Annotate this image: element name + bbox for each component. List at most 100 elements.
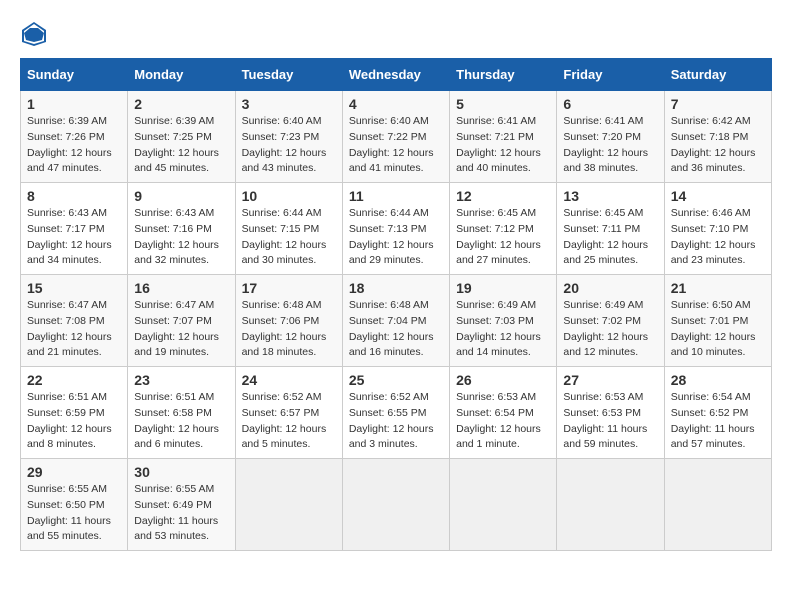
day-header-saturday: Saturday [664, 59, 771, 91]
day-number: 15 [27, 280, 121, 296]
day-header-row: SundayMondayTuesdayWednesdayThursdayFrid… [21, 59, 772, 91]
day-number: 8 [27, 188, 121, 204]
day-info: Sunrise: 6:52 AM Sunset: 6:57 PM Dayligh… [242, 390, 336, 453]
day-cell: 3 Sunrise: 6:40 AM Sunset: 7:23 PM Dayli… [235, 91, 342, 183]
day-info: Sunrise: 6:41 AM Sunset: 7:21 PM Dayligh… [456, 114, 550, 177]
day-cell: 14 Sunrise: 6:46 AM Sunset: 7:10 PM Dayl… [664, 183, 771, 275]
day-cell: 13 Sunrise: 6:45 AM Sunset: 7:11 PM Dayl… [557, 183, 664, 275]
day-cell: 7 Sunrise: 6:42 AM Sunset: 7:18 PM Dayli… [664, 91, 771, 183]
week-row-2: 8 Sunrise: 6:43 AM Sunset: 7:17 PM Dayli… [21, 183, 772, 275]
day-number: 28 [671, 372, 765, 388]
day-info: Sunrise: 6:39 AM Sunset: 7:26 PM Dayligh… [27, 114, 121, 177]
day-info: Sunrise: 6:43 AM Sunset: 7:17 PM Dayligh… [27, 206, 121, 269]
day-cell [664, 459, 771, 551]
day-cell: 17 Sunrise: 6:48 AM Sunset: 7:06 PM Dayl… [235, 275, 342, 367]
day-cell: 24 Sunrise: 6:52 AM Sunset: 6:57 PM Dayl… [235, 367, 342, 459]
day-cell: 15 Sunrise: 6:47 AM Sunset: 7:08 PM Dayl… [21, 275, 128, 367]
day-number: 19 [456, 280, 550, 296]
calendar-table: SundayMondayTuesdayWednesdayThursdayFrid… [20, 58, 772, 551]
day-number: 1 [27, 96, 121, 112]
logo-icon [20, 20, 48, 48]
day-cell: 22 Sunrise: 6:51 AM Sunset: 6:59 PM Dayl… [21, 367, 128, 459]
day-info: Sunrise: 6:40 AM Sunset: 7:22 PM Dayligh… [349, 114, 443, 177]
day-number: 13 [563, 188, 657, 204]
day-cell: 16 Sunrise: 6:47 AM Sunset: 7:07 PM Dayl… [128, 275, 235, 367]
logo [20, 20, 52, 48]
day-info: Sunrise: 6:48 AM Sunset: 7:06 PM Dayligh… [242, 298, 336, 361]
day-cell: 11 Sunrise: 6:44 AM Sunset: 7:13 PM Dayl… [342, 183, 449, 275]
day-info: Sunrise: 6:51 AM Sunset: 6:59 PM Dayligh… [27, 390, 121, 453]
day-header-tuesday: Tuesday [235, 59, 342, 91]
day-info: Sunrise: 6:39 AM Sunset: 7:25 PM Dayligh… [134, 114, 228, 177]
day-cell: 6 Sunrise: 6:41 AM Sunset: 7:20 PM Dayli… [557, 91, 664, 183]
day-cell: 29 Sunrise: 6:55 AM Sunset: 6:50 PM Dayl… [21, 459, 128, 551]
day-info: Sunrise: 6:52 AM Sunset: 6:55 PM Dayligh… [349, 390, 443, 453]
day-number: 20 [563, 280, 657, 296]
day-number: 2 [134, 96, 228, 112]
day-number: 16 [134, 280, 228, 296]
day-info: Sunrise: 6:54 AM Sunset: 6:52 PM Dayligh… [671, 390, 765, 453]
day-cell: 19 Sunrise: 6:49 AM Sunset: 7:03 PM Dayl… [450, 275, 557, 367]
day-info: Sunrise: 6:42 AM Sunset: 7:18 PM Dayligh… [671, 114, 765, 177]
day-number: 30 [134, 464, 228, 480]
day-number: 11 [349, 188, 443, 204]
day-cell: 28 Sunrise: 6:54 AM Sunset: 6:52 PM Dayl… [664, 367, 771, 459]
day-info: Sunrise: 6:45 AM Sunset: 7:11 PM Dayligh… [563, 206, 657, 269]
week-row-4: 22 Sunrise: 6:51 AM Sunset: 6:59 PM Dayl… [21, 367, 772, 459]
day-header-monday: Monday [128, 59, 235, 91]
day-number: 18 [349, 280, 443, 296]
day-number: 23 [134, 372, 228, 388]
day-cell: 1 Sunrise: 6:39 AM Sunset: 7:26 PM Dayli… [21, 91, 128, 183]
day-number: 10 [242, 188, 336, 204]
day-cell: 27 Sunrise: 6:53 AM Sunset: 6:53 PM Dayl… [557, 367, 664, 459]
day-info: Sunrise: 6:53 AM Sunset: 6:53 PM Dayligh… [563, 390, 657, 453]
day-info: Sunrise: 6:50 AM Sunset: 7:01 PM Dayligh… [671, 298, 765, 361]
day-cell: 18 Sunrise: 6:48 AM Sunset: 7:04 PM Dayl… [342, 275, 449, 367]
day-number: 3 [242, 96, 336, 112]
day-info: Sunrise: 6:45 AM Sunset: 7:12 PM Dayligh… [456, 206, 550, 269]
day-info: Sunrise: 6:44 AM Sunset: 7:13 PM Dayligh… [349, 206, 443, 269]
day-cell: 12 Sunrise: 6:45 AM Sunset: 7:12 PM Dayl… [450, 183, 557, 275]
day-cell [235, 459, 342, 551]
week-row-3: 15 Sunrise: 6:47 AM Sunset: 7:08 PM Dayl… [21, 275, 772, 367]
day-number: 26 [456, 372, 550, 388]
header [20, 20, 772, 48]
day-number: 27 [563, 372, 657, 388]
day-info: Sunrise: 6:53 AM Sunset: 6:54 PM Dayligh… [456, 390, 550, 453]
day-info: Sunrise: 6:44 AM Sunset: 7:15 PM Dayligh… [242, 206, 336, 269]
day-info: Sunrise: 6:47 AM Sunset: 7:07 PM Dayligh… [134, 298, 228, 361]
day-info: Sunrise: 6:40 AM Sunset: 7:23 PM Dayligh… [242, 114, 336, 177]
day-cell: 26 Sunrise: 6:53 AM Sunset: 6:54 PM Dayl… [450, 367, 557, 459]
day-number: 29 [27, 464, 121, 480]
day-cell: 23 Sunrise: 6:51 AM Sunset: 6:58 PM Dayl… [128, 367, 235, 459]
day-number: 24 [242, 372, 336, 388]
day-cell: 21 Sunrise: 6:50 AM Sunset: 7:01 PM Dayl… [664, 275, 771, 367]
day-header-friday: Friday [557, 59, 664, 91]
day-number: 9 [134, 188, 228, 204]
day-number: 4 [349, 96, 443, 112]
day-cell: 9 Sunrise: 6:43 AM Sunset: 7:16 PM Dayli… [128, 183, 235, 275]
day-info: Sunrise: 6:49 AM Sunset: 7:02 PM Dayligh… [563, 298, 657, 361]
day-cell: 4 Sunrise: 6:40 AM Sunset: 7:22 PM Dayli… [342, 91, 449, 183]
day-info: Sunrise: 6:49 AM Sunset: 7:03 PM Dayligh… [456, 298, 550, 361]
day-info: Sunrise: 6:51 AM Sunset: 6:58 PM Dayligh… [134, 390, 228, 453]
day-number: 6 [563, 96, 657, 112]
day-info: Sunrise: 6:47 AM Sunset: 7:08 PM Dayligh… [27, 298, 121, 361]
day-number: 22 [27, 372, 121, 388]
day-number: 21 [671, 280, 765, 296]
day-number: 12 [456, 188, 550, 204]
day-info: Sunrise: 6:41 AM Sunset: 7:20 PM Dayligh… [563, 114, 657, 177]
day-cell [342, 459, 449, 551]
day-cell [557, 459, 664, 551]
day-cell [450, 459, 557, 551]
day-info: Sunrise: 6:48 AM Sunset: 7:04 PM Dayligh… [349, 298, 443, 361]
day-cell: 25 Sunrise: 6:52 AM Sunset: 6:55 PM Dayl… [342, 367, 449, 459]
day-header-wednesday: Wednesday [342, 59, 449, 91]
day-header-sunday: Sunday [21, 59, 128, 91]
day-cell: 2 Sunrise: 6:39 AM Sunset: 7:25 PM Dayli… [128, 91, 235, 183]
day-number: 7 [671, 96, 765, 112]
day-number: 5 [456, 96, 550, 112]
day-header-thursday: Thursday [450, 59, 557, 91]
week-row-5: 29 Sunrise: 6:55 AM Sunset: 6:50 PM Dayl… [21, 459, 772, 551]
day-cell: 8 Sunrise: 6:43 AM Sunset: 7:17 PM Dayli… [21, 183, 128, 275]
